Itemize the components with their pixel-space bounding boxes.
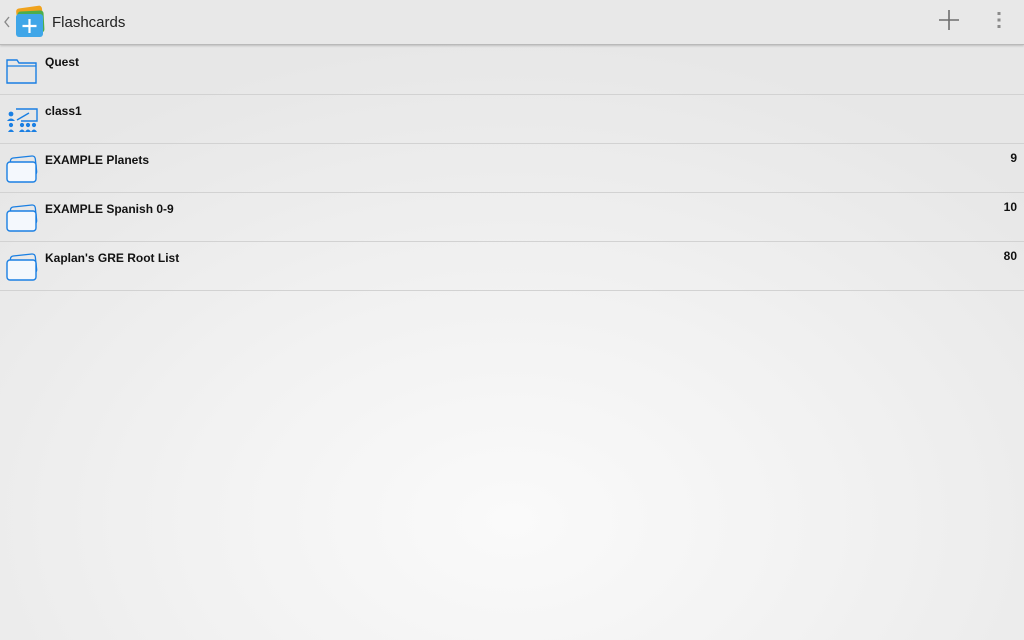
item-count: 10: [1003, 200, 1017, 214]
deck-icon: [5, 252, 39, 282]
home-up-button[interactable]: Flashcards: [0, 0, 125, 45]
item-label: Quest: [45, 55, 80, 69]
list-item-class1[interactable]: class1: [0, 95, 1024, 144]
item-label: EXAMPLE Planets: [45, 153, 150, 167]
add-button[interactable]: [924, 0, 974, 45]
deck-list: Quest class1 EXAMPLE Planets 9 EXAMPLE S…: [0, 46, 1024, 291]
add-icon: [938, 9, 960, 36]
action-bar: Flashcards: [0, 0, 1024, 45]
back-caret-icon: [2, 14, 11, 30]
item-label: class1: [45, 104, 82, 118]
item-label: EXAMPLE Spanish 0-9: [45, 202, 174, 216]
folder-icon: [5, 56, 39, 86]
flashcards-app-icon: [13, 5, 47, 39]
app-title: Flashcards: [52, 13, 126, 31]
list-item-quest[interactable]: Quest: [0, 46, 1024, 95]
deck-icon: [5, 154, 39, 184]
item-count: 9: [1010, 151, 1017, 165]
deck-icon: [5, 203, 39, 233]
class-icon: [5, 105, 39, 135]
overflow-menu-icon: [996, 10, 1002, 35]
item-label: Kaplan's GRE Root List: [45, 251, 180, 265]
list-item-example-planets[interactable]: EXAMPLE Planets 9: [0, 144, 1024, 193]
overflow-menu-button[interactable]: [974, 0, 1024, 45]
list-item-example-spanish[interactable]: EXAMPLE Spanish 0-9 10: [0, 193, 1024, 242]
item-count: 80: [1003, 249, 1017, 263]
list-item-kaplan-gre[interactable]: Kaplan's GRE Root List 80: [0, 242, 1024, 291]
